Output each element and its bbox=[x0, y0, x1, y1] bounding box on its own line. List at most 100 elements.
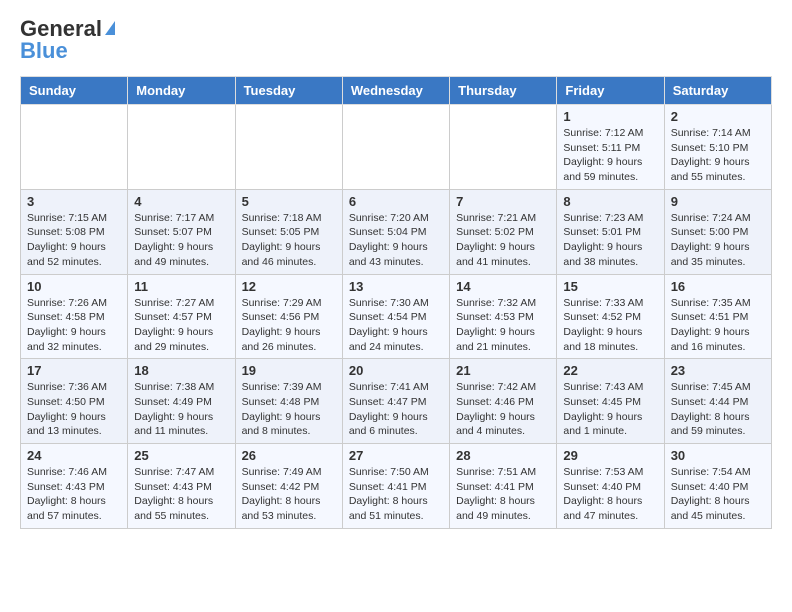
day-number: 11 bbox=[134, 279, 228, 294]
day-detail: Sunrise: 7:39 AM Sunset: 4:48 PM Dayligh… bbox=[242, 380, 336, 439]
calendar-cell: 13 Sunrise: 7:30 AM Sunset: 4:54 PM Dayli… bbox=[342, 274, 449, 359]
day-detail: Sunrise: 7:20 AM Sunset: 5:04 PM Dayligh… bbox=[349, 211, 443, 270]
day-number: 6 bbox=[349, 194, 443, 209]
day-number: 14 bbox=[456, 279, 550, 294]
calendar-cell: 28 Sunrise: 7:51 AM Sunset: 4:41 PM Dayli… bbox=[450, 444, 557, 529]
calendar-cell: 18 Sunrise: 7:38 AM Sunset: 4:49 PM Dayli… bbox=[128, 359, 235, 444]
day-number: 2 bbox=[671, 109, 765, 124]
day-detail: Sunrise: 7:15 AM Sunset: 5:08 PM Dayligh… bbox=[27, 211, 121, 270]
day-number: 29 bbox=[563, 448, 657, 463]
calendar-cell: 22 Sunrise: 7:43 AM Sunset: 4:45 PM Dayli… bbox=[557, 359, 664, 444]
day-detail: Sunrise: 7:49 AM Sunset: 4:42 PM Dayligh… bbox=[242, 465, 336, 524]
calendar-week-row: 24 Sunrise: 7:46 AM Sunset: 4:43 PM Dayli… bbox=[21, 444, 772, 529]
weekday-header: Monday bbox=[128, 77, 235, 105]
day-number: 3 bbox=[27, 194, 121, 209]
calendar-cell: 15Sunrise: 7:33 AM Sunset: 4:52 PM Dayli… bbox=[557, 274, 664, 359]
calendar-cell: 5 Sunrise: 7:18 AM Sunset: 5:05 PM Daylig… bbox=[235, 189, 342, 274]
calendar-cell: 19 Sunrise: 7:39 AM Sunset: 4:48 PM Dayli… bbox=[235, 359, 342, 444]
weekday-header: Sunday bbox=[21, 77, 128, 105]
day-number: 16 bbox=[671, 279, 765, 294]
day-number: 19 bbox=[242, 363, 336, 378]
day-number: 13 bbox=[349, 279, 443, 294]
day-detail: Sunrise: 7:46 AM Sunset: 4:43 PM Dayligh… bbox=[27, 465, 121, 524]
day-number: 23 bbox=[671, 363, 765, 378]
day-detail: Sunrise: 7:43 AM Sunset: 4:45 PM Dayligh… bbox=[563, 380, 657, 439]
logo-blue: Blue bbox=[20, 38, 68, 64]
day-number: 28 bbox=[456, 448, 550, 463]
day-number: 18 bbox=[134, 363, 228, 378]
day-detail: Sunrise: 7:53 AM Sunset: 4:40 PM Dayligh… bbox=[563, 465, 657, 524]
header: General Blue bbox=[20, 16, 772, 64]
weekday-header: Friday bbox=[557, 77, 664, 105]
day-number: 25 bbox=[134, 448, 228, 463]
calendar-cell: 7 Sunrise: 7:21 AM Sunset: 5:02 PM Daylig… bbox=[450, 189, 557, 274]
day-detail: Sunrise: 7:35 AM Sunset: 4:51 PM Dayligh… bbox=[671, 296, 765, 355]
day-detail: Sunrise: 7:38 AM Sunset: 4:49 PM Dayligh… bbox=[134, 380, 228, 439]
weekday-header: Tuesday bbox=[235, 77, 342, 105]
logo: General Blue bbox=[20, 16, 115, 64]
calendar-week-row: 1 Sunrise: 7:12 AM Sunset: 5:11 PM Daylig… bbox=[21, 105, 772, 190]
calendar-cell bbox=[21, 105, 128, 190]
page-container: General Blue SundayMondayTuesdayWednesda… bbox=[0, 0, 792, 545]
calendar-cell: 9Sunrise: 7:24 AM Sunset: 5:00 PM Daylig… bbox=[664, 189, 771, 274]
day-number: 24 bbox=[27, 448, 121, 463]
day-detail: Sunrise: 7:54 AM Sunset: 4:40 PM Dayligh… bbox=[671, 465, 765, 524]
calendar-cell: 20Sunrise: 7:41 AM Sunset: 4:47 PM Dayli… bbox=[342, 359, 449, 444]
calendar-cell bbox=[342, 105, 449, 190]
day-detail: Sunrise: 7:26 AM Sunset: 4:58 PM Dayligh… bbox=[27, 296, 121, 355]
calendar-cell: 23 Sunrise: 7:45 AM Sunset: 4:44 PM Dayli… bbox=[664, 359, 771, 444]
calendar-cell: 2 Sunrise: 7:14 AM Sunset: 5:10 PM Daylig… bbox=[664, 105, 771, 190]
calendar-cell: 8 Sunrise: 7:23 AM Sunset: 5:01 PM Daylig… bbox=[557, 189, 664, 274]
calendar-cell: 27Sunrise: 7:50 AM Sunset: 4:41 PM Dayli… bbox=[342, 444, 449, 529]
day-number: 21 bbox=[456, 363, 550, 378]
calendar-cell: 14 Sunrise: 7:32 AM Sunset: 4:53 PM Dayli… bbox=[450, 274, 557, 359]
calendar-week-row: 17 Sunrise: 7:36 AM Sunset: 4:50 PM Dayli… bbox=[21, 359, 772, 444]
calendar-cell bbox=[235, 105, 342, 190]
calendar-cell: 26 Sunrise: 7:49 AM Sunset: 4:42 PM Dayli… bbox=[235, 444, 342, 529]
day-number: 27 bbox=[349, 448, 443, 463]
calendar-cell: 16 Sunrise: 7:35 AM Sunset: 4:51 PM Dayli… bbox=[664, 274, 771, 359]
calendar-cell: 10 Sunrise: 7:26 AM Sunset: 4:58 PM Dayli… bbox=[21, 274, 128, 359]
calendar-cell bbox=[450, 105, 557, 190]
day-detail: Sunrise: 7:14 AM Sunset: 5:10 PM Dayligh… bbox=[671, 126, 765, 185]
calendar-week-row: 10 Sunrise: 7:26 AM Sunset: 4:58 PM Dayli… bbox=[21, 274, 772, 359]
calendar-table: SundayMondayTuesdayWednesdayThursdayFrid… bbox=[20, 76, 772, 529]
calendar-cell: 24 Sunrise: 7:46 AM Sunset: 4:43 PM Dayli… bbox=[21, 444, 128, 529]
day-detail: Sunrise: 7:17 AM Sunset: 5:07 PM Dayligh… bbox=[134, 211, 228, 270]
day-detail: Sunrise: 7:12 AM Sunset: 5:11 PM Dayligh… bbox=[563, 126, 657, 185]
calendar-cell: 6 Sunrise: 7:20 AM Sunset: 5:04 PM Daylig… bbox=[342, 189, 449, 274]
day-detail: Sunrise: 7:45 AM Sunset: 4:44 PM Dayligh… bbox=[671, 380, 765, 439]
weekday-header: Saturday bbox=[664, 77, 771, 105]
weekday-header: Wednesday bbox=[342, 77, 449, 105]
calendar-header-row: SundayMondayTuesdayWednesdayThursdayFrid… bbox=[21, 77, 772, 105]
calendar-cell: 25 Sunrise: 7:47 AM Sunset: 4:43 PM Dayli… bbox=[128, 444, 235, 529]
day-detail: Sunrise: 7:32 AM Sunset: 4:53 PM Dayligh… bbox=[456, 296, 550, 355]
day-detail: Sunrise: 7:33 AM Sunset: 4:52 PM Dayligh… bbox=[563, 296, 657, 355]
day-detail: Sunrise: 7:27 AM Sunset: 4:57 PM Dayligh… bbox=[134, 296, 228, 355]
day-detail: Sunrise: 7:36 AM Sunset: 4:50 PM Dayligh… bbox=[27, 380, 121, 439]
day-number: 12 bbox=[242, 279, 336, 294]
calendar-cell: 29 Sunrise: 7:53 AM Sunset: 4:40 PM Dayli… bbox=[557, 444, 664, 529]
day-number: 26 bbox=[242, 448, 336, 463]
calendar-cell: 4Sunrise: 7:17 AM Sunset: 5:07 PM Daylig… bbox=[128, 189, 235, 274]
day-detail: Sunrise: 7:51 AM Sunset: 4:41 PM Dayligh… bbox=[456, 465, 550, 524]
calendar-cell: 1 Sunrise: 7:12 AM Sunset: 5:11 PM Daylig… bbox=[557, 105, 664, 190]
day-number: 7 bbox=[456, 194, 550, 209]
calendar-cell bbox=[128, 105, 235, 190]
day-number: 22 bbox=[563, 363, 657, 378]
day-detail: Sunrise: 7:18 AM Sunset: 5:05 PM Dayligh… bbox=[242, 211, 336, 270]
day-number: 8 bbox=[563, 194, 657, 209]
day-number: 9 bbox=[671, 194, 765, 209]
day-number: 5 bbox=[242, 194, 336, 209]
calendar-cell: 30Sunrise: 7:54 AM Sunset: 4:40 PM Dayli… bbox=[664, 444, 771, 529]
day-detail: Sunrise: 7:23 AM Sunset: 5:01 PM Dayligh… bbox=[563, 211, 657, 270]
calendar-cell: 11 Sunrise: 7:27 AM Sunset: 4:57 PM Dayli… bbox=[128, 274, 235, 359]
day-detail: Sunrise: 7:21 AM Sunset: 5:02 PM Dayligh… bbox=[456, 211, 550, 270]
day-detail: Sunrise: 7:30 AM Sunset: 4:54 PM Dayligh… bbox=[349, 296, 443, 355]
day-detail: Sunrise: 7:42 AM Sunset: 4:46 PM Dayligh… bbox=[456, 380, 550, 439]
day-detail: Sunrise: 7:47 AM Sunset: 4:43 PM Dayligh… bbox=[134, 465, 228, 524]
day-number: 10 bbox=[27, 279, 121, 294]
weekday-header: Thursday bbox=[450, 77, 557, 105]
day-number: 1 bbox=[563, 109, 657, 124]
day-number: 17 bbox=[27, 363, 121, 378]
